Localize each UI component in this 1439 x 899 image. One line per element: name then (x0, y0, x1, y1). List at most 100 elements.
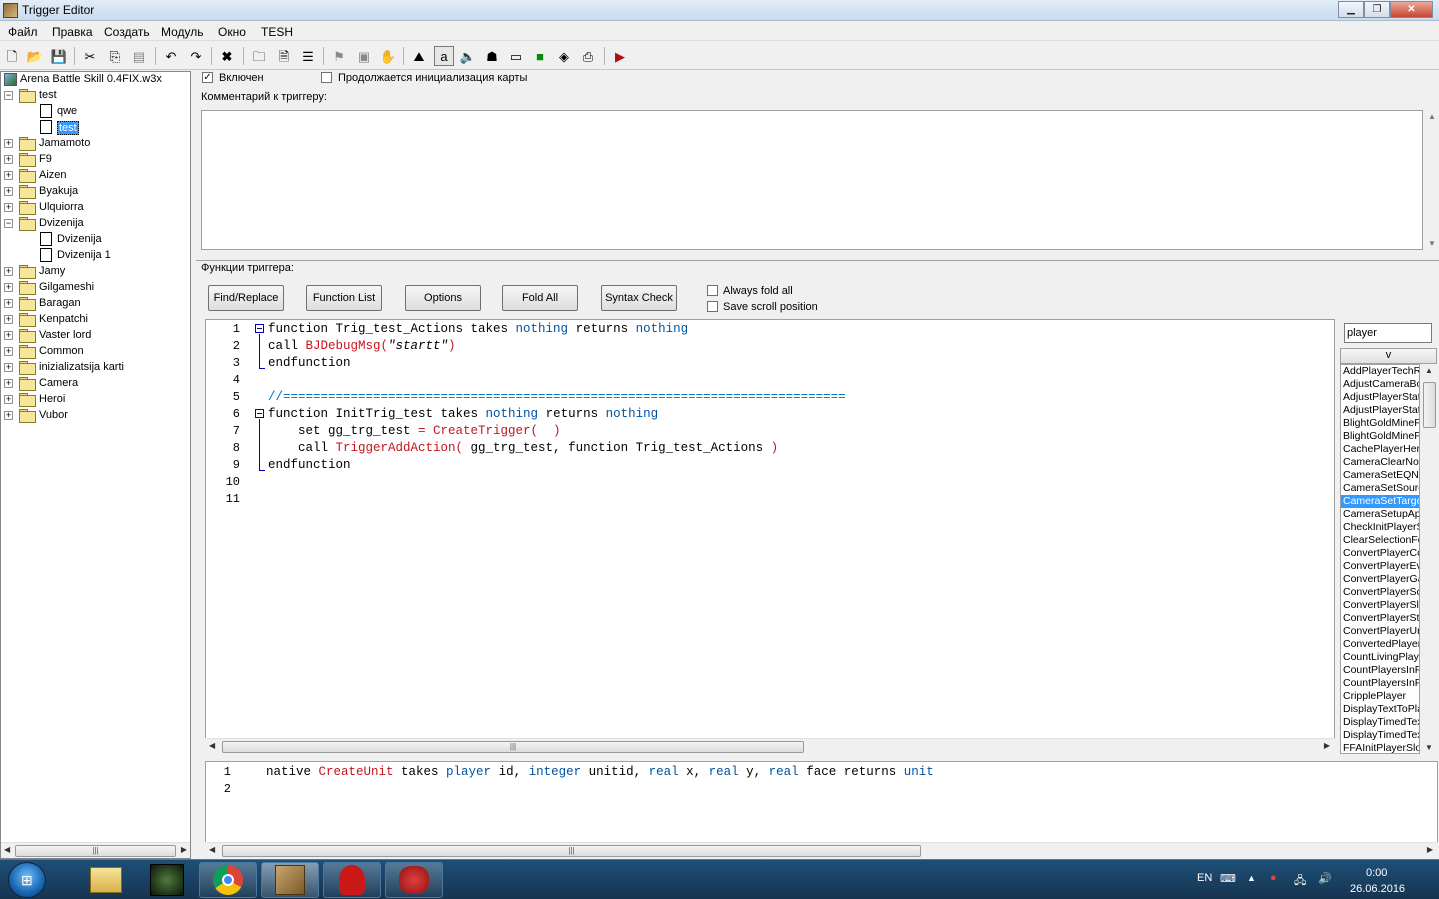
signature-line[interactable]: native CreateUnit takes player id, integ… (266, 765, 934, 779)
clock-time[interactable]: 0:00 (1366, 867, 1387, 879)
tree-folder[interactable]: + Ulquiorra (1, 200, 190, 216)
code-line[interactable]: endfunction (268, 458, 351, 472)
new-trigger-icon[interactable]: 🗎 (274, 46, 294, 66)
function-list-item[interactable]: ConvertedPlayer (1341, 638, 1419, 651)
comment-vscroll[interactable]: ▲ ▼ (1425, 110, 1439, 250)
test-map-icon[interactable]: ▶ (610, 46, 630, 66)
fold-marker-icon[interactable] (255, 324, 264, 333)
expand-icon[interactable]: + (4, 283, 13, 292)
network-icon[interactable]: 🖧 (1294, 872, 1306, 891)
function-list-item[interactable]: BlightGoldMineForPlayerBJ (1341, 430, 1419, 443)
tree-folder[interactable]: + Heroi (1, 392, 190, 408)
terrain-editor-icon[interactable]: ⛰ (409, 46, 429, 66)
function-list-vscroll[interactable]: ▲ ▼ (1421, 364, 1438, 754)
function-list-item[interactable]: CameraSetTargetNoiseForPlayer (1341, 495, 1419, 508)
open-icon[interactable]: 📂 (25, 46, 45, 66)
function-list-item[interactable]: AdjustCameraBoundsForPlayer (1341, 378, 1419, 391)
tree-folder[interactable]: + Baragan (1, 296, 190, 312)
function-list-item[interactable]: ConvertPlayerUnitEvent (1341, 625, 1419, 638)
code-editor[interactable]: 1 2 3 4 5 6 7 8 9 10 11 function Trig_test_Actions… (205, 319, 1335, 739)
function-list-item[interactable]: DisplayTimedTextToPlayer (1341, 729, 1419, 742)
sound-editor-icon[interactable]: 🔈 (458, 46, 478, 66)
tree-folder[interactable]: + F9 (1, 152, 190, 168)
function-list-item[interactable]: ConvertPlayerEvent (1341, 560, 1419, 573)
expand-icon[interactable]: + (4, 267, 13, 276)
function-list-item[interactable]: CountPlayersInForceBJ (1341, 664, 1419, 677)
tree-folder[interactable]: + Jamamoto (1, 136, 190, 152)
save-scroll-checkbox[interactable] (707, 301, 718, 312)
tree-folder[interactable]: + Jamy (1, 264, 190, 280)
object-manager-icon[interactable]: ◈ (554, 46, 574, 66)
function-list-item[interactable]: CripplePlayer (1341, 690, 1419, 703)
function-list-item[interactable]: CameraClearNoiseForPlayer (1341, 456, 1419, 469)
menu-window[interactable]: Окно (218, 25, 246, 39)
comment-textarea[interactable] (201, 110, 1423, 250)
function-list[interactable]: AddPlayerTechResearchedAdjustCameraBound… (1340, 364, 1420, 754)
function-list-button[interactable]: Function List (306, 285, 382, 311)
expand-icon[interactable]: + (4, 347, 13, 356)
tree-folder[interactable]: + Vaster lord (1, 328, 190, 344)
splitter[interactable] (196, 260, 1439, 261)
explorer-taskbar-icon[interactable] (77, 862, 135, 898)
find-replace-button[interactable]: Find/Replace (208, 285, 284, 311)
tree-hscroll[interactable]: ◀ ||| ▶ (1, 842, 190, 858)
syntax-check-button[interactable]: Syntax Check (601, 285, 677, 311)
paste-icon[interactable]: ▤ (129, 46, 149, 66)
signature-hscroll[interactable]: ◀ ||| ▶ (205, 842, 1438, 859)
menu-tesh[interactable]: TESH (261, 25, 293, 39)
tree-trigger[interactable]: Dvizenija (1, 232, 190, 248)
menu-edit[interactable]: Правка (52, 25, 93, 39)
function-list-item[interactable]: AddPlayerTechResearched (1341, 365, 1419, 378)
function-list-item[interactable]: CachePlayerHeroData (1341, 443, 1419, 456)
show-hidden-icons-icon[interactable]: ▲ (1247, 873, 1256, 883)
function-list-item[interactable]: ConvertPlayerGameResult (1341, 573, 1419, 586)
tree-folder[interactable]: − test (1, 88, 190, 104)
menu-module[interactable]: Модуль (161, 25, 204, 39)
keyboard-icon[interactable]: ⌨ (1220, 872, 1236, 885)
collapse-icon[interactable]: − (4, 219, 13, 228)
tree-trigger[interactable]: test (1, 120, 190, 136)
tree-folder[interactable]: + inizializatsija karti (1, 360, 190, 376)
menu-create[interactable]: Создать (104, 25, 150, 39)
close-button[interactable]: ✕ (1390, 1, 1433, 18)
tree-trigger[interactable]: qwe (1, 104, 190, 120)
undo-icon[interactable]: ↶ (161, 46, 181, 66)
signature-code[interactable]: native CreateUnit takes player id, integ… (266, 762, 1437, 842)
expand-icon[interactable]: + (4, 187, 13, 196)
expand-icon[interactable]: + (4, 411, 13, 420)
expand-icon[interactable]: + (4, 395, 13, 404)
code-line[interactable]: set gg_trg_test = CreateTrigger( ) (268, 424, 561, 438)
language-indicator[interactable]: EN (1197, 872, 1212, 884)
function-list-item[interactable]: CheckInitPlayerSlotAvailability (1341, 521, 1419, 534)
object-editor-icon[interactable]: ☗ (482, 46, 502, 66)
new-action-icon[interactable]: ✋ (378, 46, 398, 66)
redo-icon[interactable]: ↷ (186, 46, 206, 66)
function-list-item[interactable]: BlightGoldMineForPlayer (1341, 417, 1419, 430)
save-icon[interactable]: 💾 (49, 46, 69, 66)
enabled-checkbox[interactable]: ✓ (202, 72, 213, 83)
signature-editor[interactable]: 12 native CreateUnit takes player id, in… (205, 761, 1438, 843)
trigger-editor-icon[interactable]: a (434, 46, 454, 66)
game-taskbar-icon[interactable] (138, 862, 196, 898)
expand-icon[interactable]: + (4, 379, 13, 388)
tree-folder[interactable]: + Vubor (1, 408, 190, 424)
app-taskbar-icon[interactable] (323, 862, 381, 898)
cut-icon[interactable]: ✂ (80, 46, 100, 66)
expand-icon[interactable]: + (4, 363, 13, 372)
function-list-item[interactable]: CameraSetEQNoiseForPlayer (1341, 469, 1419, 482)
code-line[interactable]: endfunction (268, 356, 351, 370)
tree-folder[interactable]: + Kenpatchi (1, 312, 190, 328)
start-button[interactable]: ⊞ (8, 862, 46, 898)
maximize-button[interactable]: ❐ (1364, 1, 1390, 18)
code-line[interactable]: //======================================… (268, 390, 846, 404)
function-list-item[interactable]: ConvertPlayerScore (1341, 586, 1419, 599)
function-list-item[interactable]: AdjustPlayerStateSimpleBJ (1341, 404, 1419, 417)
new-category-icon[interactable]: 🗀 (249, 46, 269, 66)
tree-folder[interactable]: − Dvizenija (1, 216, 190, 232)
campaign-editor-icon[interactable]: ▭ (506, 46, 526, 66)
tree-folder[interactable]: + Byakuja (1, 184, 190, 200)
function-list-item[interactable]: ClearSelectionForPlayer (1341, 534, 1419, 547)
chrome-taskbar-icon[interactable] (199, 862, 257, 898)
collapse-icon[interactable]: − (4, 91, 13, 100)
code-line[interactable]: call TriggerAddAction( gg_trg_test, func… (268, 441, 778, 455)
